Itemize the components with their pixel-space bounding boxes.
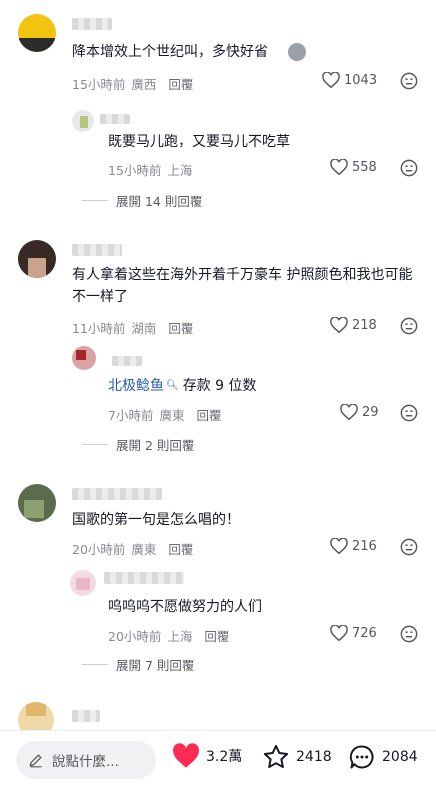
reply-location: 廣東	[159, 408, 185, 423]
comment-like-button[interactable]: 1043	[322, 72, 377, 88]
like-total: 3.2萬	[206, 749, 243, 765]
comment-text: 有人拿着这些在海外开着千万豪车 护照颜色和我也可能不一样了	[72, 267, 413, 305]
comment-meta: 15小時前 廣西 回覆	[72, 74, 199, 93]
reply-text-body: 存款 9 位数	[182, 378, 257, 394]
heart-outline-icon	[330, 625, 348, 641]
comment-time: 11小時前	[72, 321, 126, 336]
comment-button[interactable]: 2084	[348, 743, 418, 771]
heart-outline-icon	[322, 72, 340, 88]
expand-replies-button[interactable]: 展開 7 則回覆	[82, 655, 194, 674]
favorite-button[interactable]: 2418	[262, 743, 332, 771]
like-count: 558	[352, 159, 377, 175]
like-count: 218	[352, 317, 377, 333]
reply-button[interactable]: 回覆	[196, 408, 221, 423]
comment-location: 湖南	[131, 321, 157, 336]
reply-button[interactable]: 回覆	[168, 77, 193, 92]
comment-location: 廣西	[131, 77, 157, 92]
reply-time: 20小時前	[108, 629, 162, 644]
comment-location: 廣東	[131, 542, 157, 557]
reply-meta: 20小時前 上海 回覆	[108, 626, 235, 645]
reply-text: 呜呜呜不愿做努力的人们	[108, 599, 262, 615]
dislike-face-icon[interactable]	[400, 538, 418, 556]
reply-text: 北极鲶鱼 🔍︎ 存款 9 位数	[108, 376, 257, 396]
username-blurred[interactable]	[104, 572, 184, 584]
comment-time: 15小時前	[72, 77, 126, 92]
reply-like-button[interactable]: 726	[330, 625, 377, 641]
comment-avatar[interactable]	[18, 484, 56, 522]
comment-text: 国歌的第一句是怎么唱的！	[72, 512, 240, 528]
comment-total: 2084	[382, 749, 418, 765]
comment-bubble-icon	[349, 745, 374, 769]
like-count: 29	[362, 404, 379, 420]
expand-label: 展開 2 則回覆	[116, 438, 195, 453]
comment-meta: 20小時前 廣東 回覆	[72, 539, 199, 558]
star-icon	[263, 744, 289, 769]
bottom-action-bar: 說點什麼... 3.2萬 2418 2084	[0, 730, 436, 800]
like-count: 726	[352, 625, 377, 641]
heart-outline-icon	[340, 404, 358, 420]
reply-meta: 7小時前 廣東 回覆	[108, 405, 227, 424]
username-blurred[interactable]	[100, 114, 130, 124]
divider	[82, 200, 108, 201]
reply-time: 15小時前	[108, 163, 162, 178]
reply-time: 7小時前	[108, 408, 154, 423]
expand-label: 展開 7 則回覆	[116, 658, 195, 673]
reply-avatar[interactable]	[72, 346, 96, 370]
dislike-face-icon[interactable]	[400, 317, 418, 335]
heart-outline-icon	[330, 317, 348, 333]
search-icon: 🔍︎	[166, 380, 179, 391]
comment-avatar[interactable]	[18, 14, 56, 52]
like-post-button[interactable]: 3.2萬	[172, 743, 242, 769]
dislike-face-icon[interactable]	[400, 404, 418, 422]
favorite-total: 2418	[296, 749, 332, 765]
mention-link[interactable]: 北极鲶鱼	[108, 378, 164, 394]
dislike-face-icon[interactable]	[400, 72, 418, 90]
dislike-face-icon[interactable]	[400, 625, 418, 643]
reply-avatar[interactable]	[70, 570, 96, 596]
divider	[82, 444, 108, 445]
reply-text: 既要马儿跑，又要马儿不吃草	[108, 134, 290, 150]
comment-input[interactable]: 說點什麼...	[16, 741, 156, 779]
reply-button[interactable]: 回覆	[168, 321, 193, 336]
reply-meta: 15小時前 上海	[108, 160, 198, 179]
like-count: 1043	[344, 72, 378, 88]
expand-replies-button[interactable]: 展開 2 則回覆	[82, 435, 194, 454]
reply-button[interactable]: 回覆	[168, 542, 193, 557]
username-blurred[interactable]	[72, 244, 122, 256]
expand-label: 展開 14 則回覆	[116, 194, 203, 209]
heart-icon	[173, 743, 199, 768]
comment-text: 降本增效上个世纪叫，多快好省	[72, 44, 268, 60]
divider	[82, 664, 108, 665]
dislike-face-icon[interactable]	[400, 159, 418, 177]
reply-location: 上海	[167, 629, 193, 644]
comment-meta: 11小時前 湖南 回覆	[72, 318, 199, 337]
comment-like-button[interactable]: 216	[330, 538, 377, 554]
reply-button[interactable]: 回覆	[204, 629, 229, 644]
comment-input-placeholder: 說點什麼...	[52, 754, 119, 770]
reply-avatar[interactable]	[72, 110, 94, 132]
cat-emoji-icon	[288, 43, 306, 61]
username-blurred[interactable]	[72, 18, 112, 30]
comment-like-button[interactable]: 218	[330, 317, 377, 333]
reply-like-button[interactable]: 558	[330, 159, 377, 175]
comment-time: 20小時前	[72, 542, 126, 557]
expand-replies-button[interactable]: 展開 14 則回覆	[82, 191, 202, 210]
username-blurred[interactable]	[72, 488, 162, 500]
like-count: 216	[352, 538, 377, 554]
reply-location: 上海	[167, 163, 193, 178]
username-blurred[interactable]	[72, 710, 100, 722]
pencil-icon	[29, 754, 42, 768]
heart-outline-icon	[330, 159, 348, 175]
comment-avatar[interactable]	[18, 240, 56, 278]
heart-outline-icon	[330, 538, 348, 554]
username-blurred[interactable]	[112, 356, 142, 366]
reply-like-button[interactable]: 29	[340, 404, 379, 420]
